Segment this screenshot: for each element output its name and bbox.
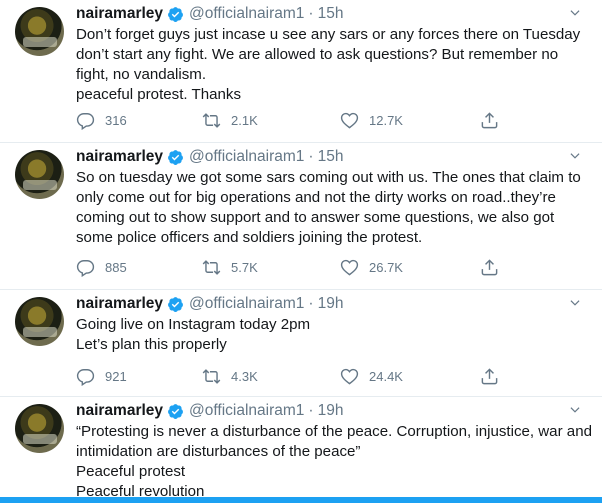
verified-badge-icon xyxy=(168,296,183,312)
reply-button[interactable]: 316 xyxy=(76,111,127,130)
handle[interactable]: @officialnairam1 xyxy=(189,402,304,420)
avatar[interactable] xyxy=(15,297,64,346)
tweet-text: So on tuesday we got some sars coming ou… xyxy=(76,168,591,248)
retweet-count: 2.1K xyxy=(231,113,258,128)
reply-count: 316 xyxy=(105,113,127,128)
tweet-text-line: Peaceful protest xyxy=(76,463,186,480)
heart-icon xyxy=(340,368,359,385)
tweet[interactable]: nairamarley @officialnairam1 · 19h “Prot… xyxy=(0,397,602,503)
tweet-text-line: Let’s plan this properly xyxy=(76,336,227,353)
avatar[interactable] xyxy=(15,404,64,453)
chevron-down-icon[interactable] xyxy=(568,149,582,163)
reply-count: 921 xyxy=(105,369,127,384)
tweet-text-line: coming out to show support and to answer… xyxy=(76,209,555,226)
tweet-text-line: peaceful protest. Thanks xyxy=(76,86,242,103)
display-name[interactable]: nairamarley xyxy=(76,402,163,420)
handle[interactable]: @officialnairam1 xyxy=(189,295,304,313)
tweet[interactable]: nairamarley @officialnairam1 · 15h So on… xyxy=(0,143,602,290)
separator-dot: · xyxy=(308,402,314,419)
separator-dot: · xyxy=(308,5,314,22)
share-icon xyxy=(481,259,498,276)
handle[interactable]: @officialnairam1 xyxy=(189,5,304,23)
timestamp[interactable]: 15h xyxy=(318,148,344,166)
retweet-icon xyxy=(202,260,221,275)
retweet-icon xyxy=(202,369,221,384)
tweet[interactable]: nairamarley @officialnairam1 · 15h Don’t… xyxy=(0,0,602,143)
like-button[interactable]: 26.7K xyxy=(340,258,403,277)
reply-button[interactable]: 885 xyxy=(76,258,127,277)
display-name[interactable]: nairamarley xyxy=(76,5,163,23)
like-count: 24.4K xyxy=(369,369,403,384)
avatar[interactable] xyxy=(15,7,64,56)
retweet-button[interactable]: 5.7K xyxy=(202,258,258,277)
tweet-text-line: “Protesting is never a disturbance of th… xyxy=(76,423,592,440)
tweet-text-line: Going live on Instagram today 2pm xyxy=(76,316,311,333)
tweet-text-line: fight, no vandalism. xyxy=(76,66,207,83)
reply-icon xyxy=(76,113,95,130)
retweet-button[interactable]: 4.3K xyxy=(202,367,258,386)
tweet-header: nairamarley @officialnairam1 · 15h xyxy=(76,4,343,24)
separator-dot: · xyxy=(308,295,314,312)
reply-button[interactable]: 921 xyxy=(76,367,127,386)
share-button[interactable] xyxy=(480,258,499,277)
tweet-actions: 316 2.1K 12.7K xyxy=(76,111,516,131)
reply-icon xyxy=(76,369,95,386)
tweet-header: nairamarley @officialnairam1 · 19h xyxy=(76,294,343,314)
tweet-header: nairamarley @officialnairam1 · 15h xyxy=(76,147,343,167)
like-button[interactable]: 24.4K xyxy=(340,367,403,386)
verified-badge-icon xyxy=(168,403,183,419)
tweet-actions: 921 4.3K 24.4K xyxy=(76,367,516,387)
reply-count: 885 xyxy=(105,260,127,275)
retweet-icon xyxy=(202,113,221,128)
share-icon xyxy=(481,368,498,385)
tweet-text-line: some police officers and soldiers joinin… xyxy=(76,229,423,246)
heart-icon xyxy=(340,259,359,276)
timestamp[interactable]: 19h xyxy=(318,295,344,313)
tweet-text-line: only come out for big operations and not… xyxy=(76,189,556,206)
tweet-text-line: So on tuesday we got some sars coming ou… xyxy=(76,169,581,186)
like-count: 12.7K xyxy=(369,113,403,128)
timestamp[interactable]: 15h xyxy=(318,5,344,23)
handle[interactable]: @officialnairam1 xyxy=(189,148,304,166)
retweet-count: 5.7K xyxy=(231,260,258,275)
share-button[interactable] xyxy=(480,111,499,130)
reply-icon xyxy=(76,260,95,277)
tweet-feed: nairamarley @officialnairam1 · 15h Don’t… xyxy=(0,0,602,503)
tweet-actions: 885 5.7K 26.7K xyxy=(76,258,516,278)
tweet-header: nairamarley @officialnairam1 · 19h xyxy=(76,401,343,421)
tweet-text-line: Don’t forget guys just incase u see any … xyxy=(76,26,581,43)
tweet-text: Going live on Instagram today 2pm Let’s … xyxy=(76,315,591,355)
chevron-down-icon[interactable] xyxy=(568,6,582,20)
tweet-text: Don’t forget guys just incase u see any … xyxy=(76,25,591,105)
share-icon xyxy=(481,112,498,129)
display-name[interactable]: nairamarley xyxy=(76,295,163,313)
bottom-accent-bar xyxy=(0,497,602,503)
retweet-button[interactable]: 2.1K xyxy=(202,111,258,130)
separator-dot: · xyxy=(308,148,314,165)
verified-badge-icon xyxy=(168,149,183,165)
chevron-down-icon[interactable] xyxy=(568,296,582,310)
avatar[interactable] xyxy=(15,150,64,199)
like-button[interactable]: 12.7K xyxy=(340,111,403,130)
tweet[interactable]: nairamarley @officialnairam1 · 19h Going… xyxy=(0,290,602,397)
display-name[interactable]: nairamarley xyxy=(76,148,163,166)
tweet-text: “Protesting is never a disturbance of th… xyxy=(76,422,592,502)
heart-icon xyxy=(340,112,359,129)
tweet-text-line: don’t start any fight. We are allowed to… xyxy=(76,46,559,63)
tweet-text-line: intimidation are disturbances of the pea… xyxy=(76,443,361,460)
timestamp[interactable]: 19h xyxy=(318,402,344,420)
verified-badge-icon xyxy=(168,6,183,22)
like-count: 26.7K xyxy=(369,260,403,275)
chevron-down-icon[interactable] xyxy=(568,403,582,417)
retweet-count: 4.3K xyxy=(231,369,258,384)
share-button[interactable] xyxy=(480,367,499,386)
